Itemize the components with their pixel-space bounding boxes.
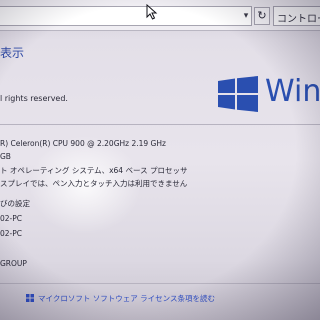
full-computer-name-value: 02-PC <box>0 229 23 238</box>
divider <box>0 283 320 284</box>
license-terms-link[interactable]: マイクロソフト ソフトウェア ライセンス条項を読む <box>38 293 215 304</box>
chevron-down-icon[interactable]: ▾ <box>240 9 252 23</box>
divider <box>0 124 320 125</box>
windows-logo-text: Win <box>265 74 320 109</box>
refresh-icon: ↻ <box>257 9 267 22</box>
windows-logo-icon <box>218 76 258 112</box>
address-field[interactable] <box>0 6 252 26</box>
pen-touch-value: スプレイでは、ペン入力とタッチ入力は利用できません <box>0 179 188 188</box>
copyright-text: l rights reserved. <box>0 94 68 103</box>
search-input[interactable]: コントロール パ <box>273 6 320 26</box>
address-bar: ▾ ↻ コントロール パ <box>0 0 320 31</box>
page-title: 表示 <box>0 46 25 60</box>
workgroup-value: GROUP <box>0 259 27 268</box>
computer-name-value: 02-PC <box>0 214 23 223</box>
windows-flag-icon <box>26 294 34 302</box>
refresh-button[interactable]: ↻ <box>254 7 270 25</box>
memory-value: GB <box>0 152 11 161</box>
computer-name-heading: びの設定 <box>0 199 30 208</box>
processor-value: R) Celeron(R) CPU 900 @ 2.20GHz 2.19 GHz <box>0 139 166 148</box>
mouse-cursor-icon <box>146 4 158 20</box>
screen-background <box>0 0 320 320</box>
system-type-value: ト オペレーティング システム、x64 ベース プロセッサ <box>0 166 188 175</box>
search-placeholder: コントロール パ <box>277 14 320 25</box>
